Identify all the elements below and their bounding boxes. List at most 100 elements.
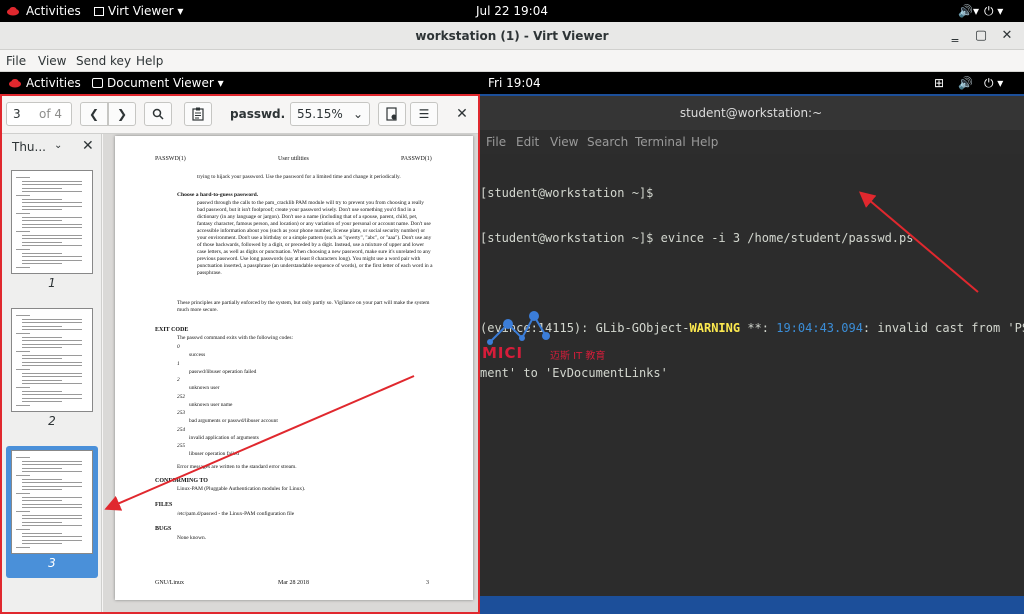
thumbnail-line [16, 249, 30, 250]
thumbnail-line [22, 340, 82, 342]
exit-code-description: bad arguments or passwd/libuser account [189, 418, 278, 424]
thumbnail-line [16, 195, 30, 196]
annotations-button[interactable] [184, 102, 212, 126]
thumbnail-line [16, 475, 30, 476]
volume-icon[interactable]: 🔊▾ [958, 0, 979, 22]
guest-app-menu[interactable]: Document Viewer ▾ [92, 72, 224, 94]
thumbnail-line [22, 532, 62, 534]
exit-code-description: success [189, 352, 206, 358]
thumbnail-line [22, 379, 62, 381]
warning-sep: **: [740, 321, 777, 335]
menu-button[interactable]: ☰ [410, 102, 438, 126]
host-clock[interactable]: Jul 22 19:04 [476, 0, 548, 22]
choose-title: Choose a hard-to-guess password. [177, 192, 259, 198]
document-viewer-window: of 4 ❮ ❯ passwd.ps 55.15% ⌄ ☰ ✕ Thu... ⌄… [0, 94, 480, 614]
document-icon [386, 107, 397, 121]
host-app-menu[interactable]: Virt Viewer ▾ [94, 0, 183, 22]
thumbnail-line [22, 394, 82, 396]
term-menu-help[interactable]: Help [691, 130, 718, 154]
host-top-bar: Activities Virt Viewer ▾ Jul 22 19:04 🔊▾… [0, 0, 1024, 22]
page-footer-right: 3 [426, 580, 429, 586]
page-input[interactable] [9, 105, 29, 123]
thumbnail-line [16, 457, 30, 458]
thumbnail-line [22, 198, 62, 200]
document-page[interactable]: PASSWD(1) User utilities PASSWD(1) tryin… [115, 136, 473, 600]
close-icon[interactable]: ✕ [998, 27, 1016, 45]
menu-view[interactable]: View [38, 50, 66, 72]
thumbnail-line [22, 401, 62, 403]
thumbnail-line [22, 184, 82, 186]
guest-app-menu-label: Document Viewer [107, 76, 214, 90]
page-header-right: PASSWD(1) [401, 156, 432, 162]
terminal-line: [student@workstation ~]$ [480, 186, 654, 200]
thumbnail-line [16, 387, 30, 388]
minimize-icon[interactable]: ‗ [946, 27, 964, 45]
thumbnail-page[interactable]: 2 [6, 304, 98, 436]
sidebar-mode-label[interactable]: Thu... [12, 140, 46, 154]
term-menu-file[interactable]: File [486, 130, 506, 154]
next-page-button[interactable]: ❯ [108, 102, 136, 126]
sidebar-header[interactable]: Thu... ⌄ ✕ [2, 134, 101, 162]
thumbnail-image [11, 450, 93, 554]
thumbnail-line [22, 496, 82, 498]
network-icon[interactable]: ⊞ [934, 72, 944, 94]
page-layout-button[interactable] [378, 102, 406, 126]
thumbnail-line [22, 376, 82, 378]
menu-send-key[interactable]: Send key [76, 50, 131, 72]
term-menu-view[interactable]: View [550, 130, 578, 154]
exit-code-value: 0 [177, 344, 180, 350]
power-icon[interactable]: ⏻ ▾ [984, 72, 1003, 94]
volume-icon[interactable]: 🔊 [958, 72, 973, 94]
term-menu-edit[interactable]: Edit [516, 130, 539, 154]
document-view[interactable]: PASSWD(1) User utilities PASSWD(1) tryin… [103, 134, 478, 612]
thumbnail-line [22, 507, 82, 509]
thumbnail-line [22, 521, 62, 523]
thumbnail-line [16, 213, 30, 214]
guest-clock[interactable]: Fri 19:04 [488, 72, 541, 94]
thumbnail-line [22, 318, 82, 320]
term-menu-terminal[interactable]: Terminal [635, 130, 686, 154]
guest-activities[interactable]: Activities [26, 72, 81, 94]
thumbnail-line [22, 216, 82, 218]
page-header-left: PASSWD(1) [155, 156, 186, 162]
menu-help[interactable]: Help [136, 50, 163, 72]
term-menu-search[interactable]: Search [587, 130, 628, 154]
redhat-logo-icon[interactable] [8, 72, 22, 94]
thumbnail-line [22, 489, 62, 491]
thumbnail-page[interactable]: 3 [6, 446, 98, 578]
close-icon[interactable]: ✕ [451, 102, 473, 126]
thumbnail-line [22, 205, 82, 207]
thumbnail-line [22, 252, 62, 254]
thumbnail-line [22, 503, 82, 505]
power-icon[interactable]: ⏻ ▾ [984, 0, 1003, 22]
terminal-line: [student@workstation ~]$ evince -i 3 /ho… [480, 231, 914, 245]
thumbnail-line [22, 372, 82, 374]
maximize-icon[interactable]: ▢ [972, 27, 990, 45]
thumbnail-line [16, 333, 30, 334]
exit-code-description: unknown user [189, 385, 220, 391]
menu-file[interactable]: File [6, 50, 26, 72]
exit-intro: The passwd command exits with the follow… [177, 335, 294, 341]
exit-code-value: 2 [177, 377, 180, 383]
previous-page-button[interactable]: ❮ [80, 102, 108, 126]
exit-code-description: unknown user name [189, 401, 233, 408]
terminal-output[interactable]: [student@workstation ~]$ [student@workst… [480, 156, 1024, 586]
thumbnail-line [16, 511, 30, 512]
logo-subtitle: 迈斯 IT 教育 [550, 351, 606, 362]
thumbnail-line [22, 485, 82, 487]
host-activities[interactable]: Activities [26, 0, 81, 22]
thumbnail-line [22, 180, 82, 182]
chevron-down-icon[interactable]: ⌄ [54, 140, 62, 151]
thumbnail-line [22, 220, 62, 222]
thumbnail-line [22, 336, 62, 338]
thumbnail-page[interactable]: 1 [6, 166, 98, 298]
page-number-entry[interactable]: of 4 [6, 102, 72, 126]
close-sidebar-icon[interactable]: ✕ [82, 138, 94, 154]
thumbnail-image [11, 170, 93, 274]
redhat-logo-icon[interactable] [6, 0, 20, 22]
search-button[interactable] [144, 102, 172, 126]
zoom-select[interactable]: 55.15% ⌄ [290, 102, 370, 126]
warning-label: WARNING [689, 321, 741, 335]
zoom-value: 55.15% [297, 107, 343, 121]
exit-code-value: 1 [177, 360, 180, 367]
